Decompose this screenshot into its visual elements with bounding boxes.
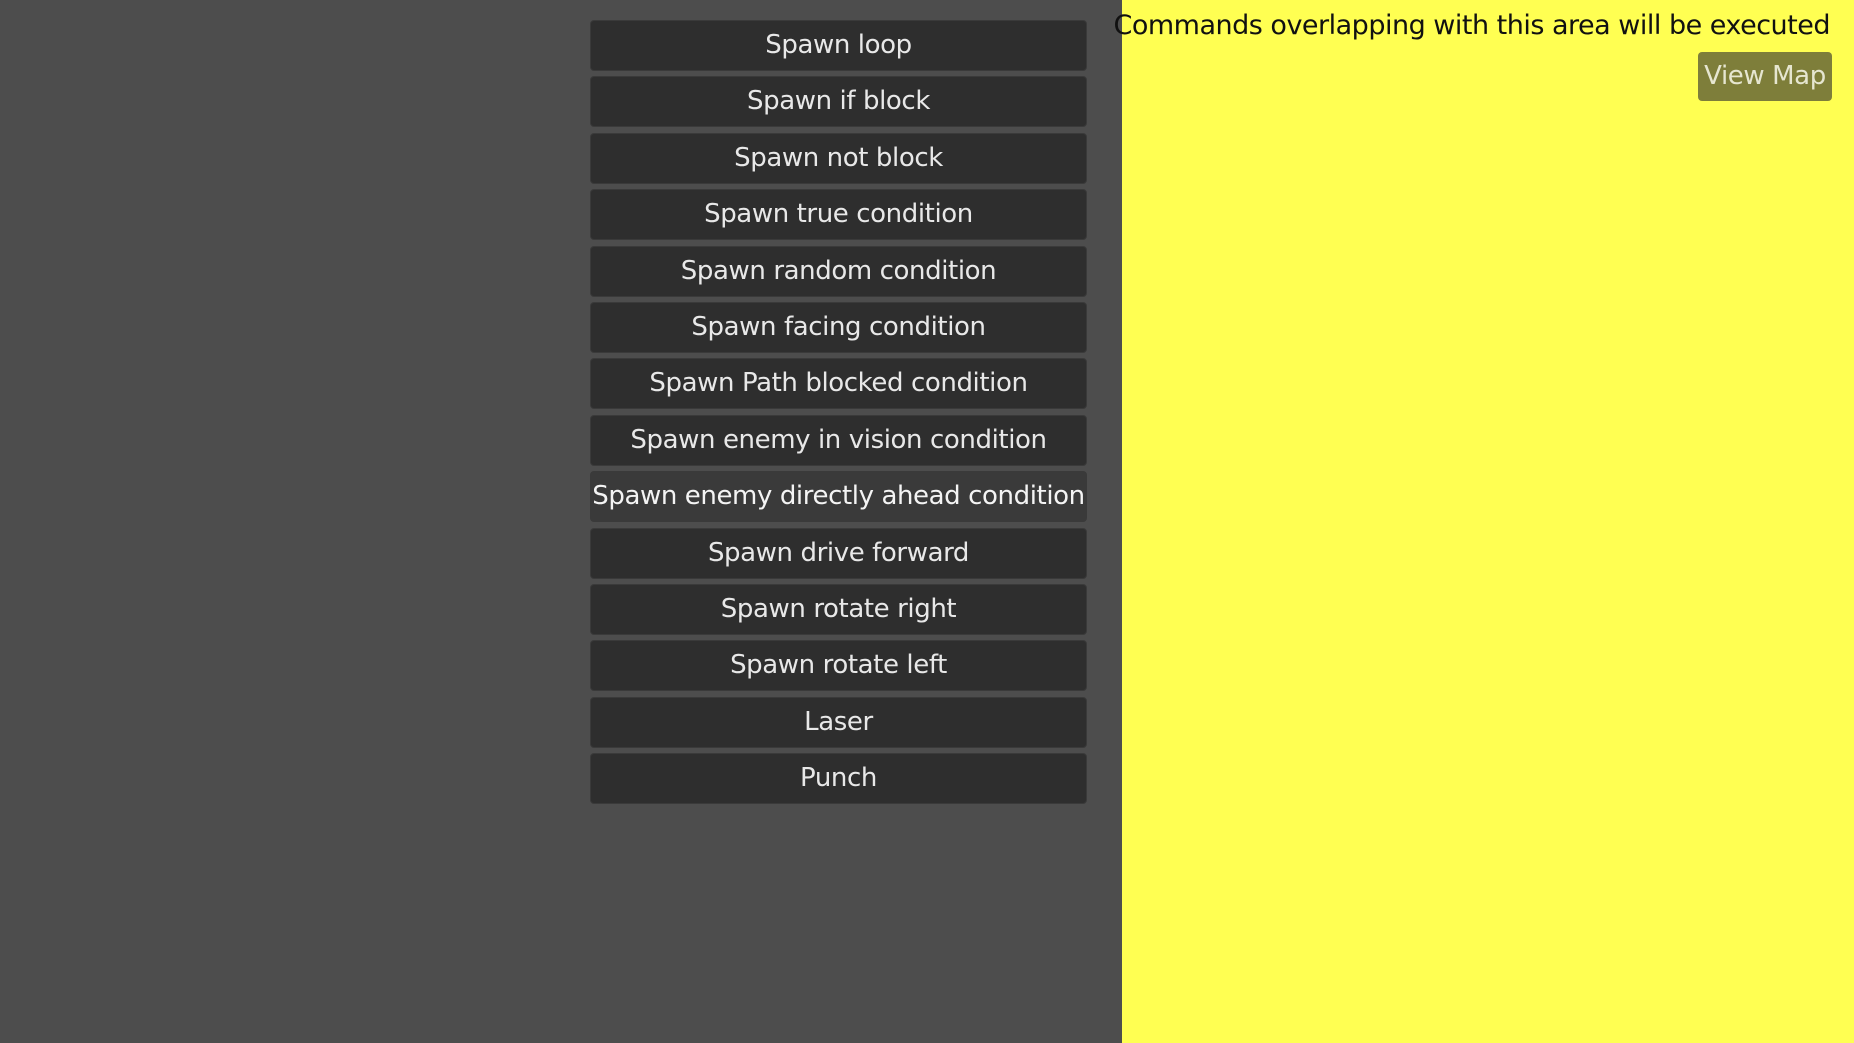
game-screen: Spawn loop Spawn if block Spawn not bloc… xyxy=(0,0,1854,1043)
view-map-button[interactable]: View Map xyxy=(1698,52,1832,101)
execution-area[interactable]: Commands overlapping with this area will… xyxy=(1114,0,1854,1043)
spawn-enemy-in-vision-condition-button[interactable]: Spawn enemy in vision condition xyxy=(590,414,1087,466)
laser-button[interactable]: Laser xyxy=(590,696,1087,748)
spawn-not-block-button[interactable]: Spawn not block xyxy=(590,132,1087,184)
command-workspace[interactable]: Spawn loop Spawn if block Spawn not bloc… xyxy=(0,0,1122,1043)
spawn-button-list: Spawn loop Spawn if block Spawn not bloc… xyxy=(590,20,1087,809)
spawn-if-block-button[interactable]: Spawn if block xyxy=(590,76,1087,128)
spawn-path-blocked-condition-button[interactable]: Spawn Path blocked condition xyxy=(590,358,1087,410)
execution-area-label: Commands overlapping with this area will… xyxy=(1113,10,1831,41)
spawn-enemy-directly-ahead-condition-button[interactable]: Spawn enemy directly ahead condition xyxy=(590,471,1087,523)
spawn-true-condition-button[interactable]: Spawn true condition xyxy=(590,189,1087,241)
spawn-drive-forward-button[interactable]: Spawn drive forward xyxy=(590,527,1087,579)
spawn-facing-condition-button[interactable]: Spawn facing condition xyxy=(590,301,1087,353)
spawn-loop-button[interactable]: Spawn loop xyxy=(590,20,1087,71)
spawn-rotate-right-button[interactable]: Spawn rotate right xyxy=(590,583,1087,635)
punch-button[interactable]: Punch xyxy=(590,753,1087,805)
spawn-random-condition-button[interactable]: Spawn random condition xyxy=(590,245,1087,297)
spawn-rotate-left-button[interactable]: Spawn rotate left xyxy=(590,640,1087,692)
